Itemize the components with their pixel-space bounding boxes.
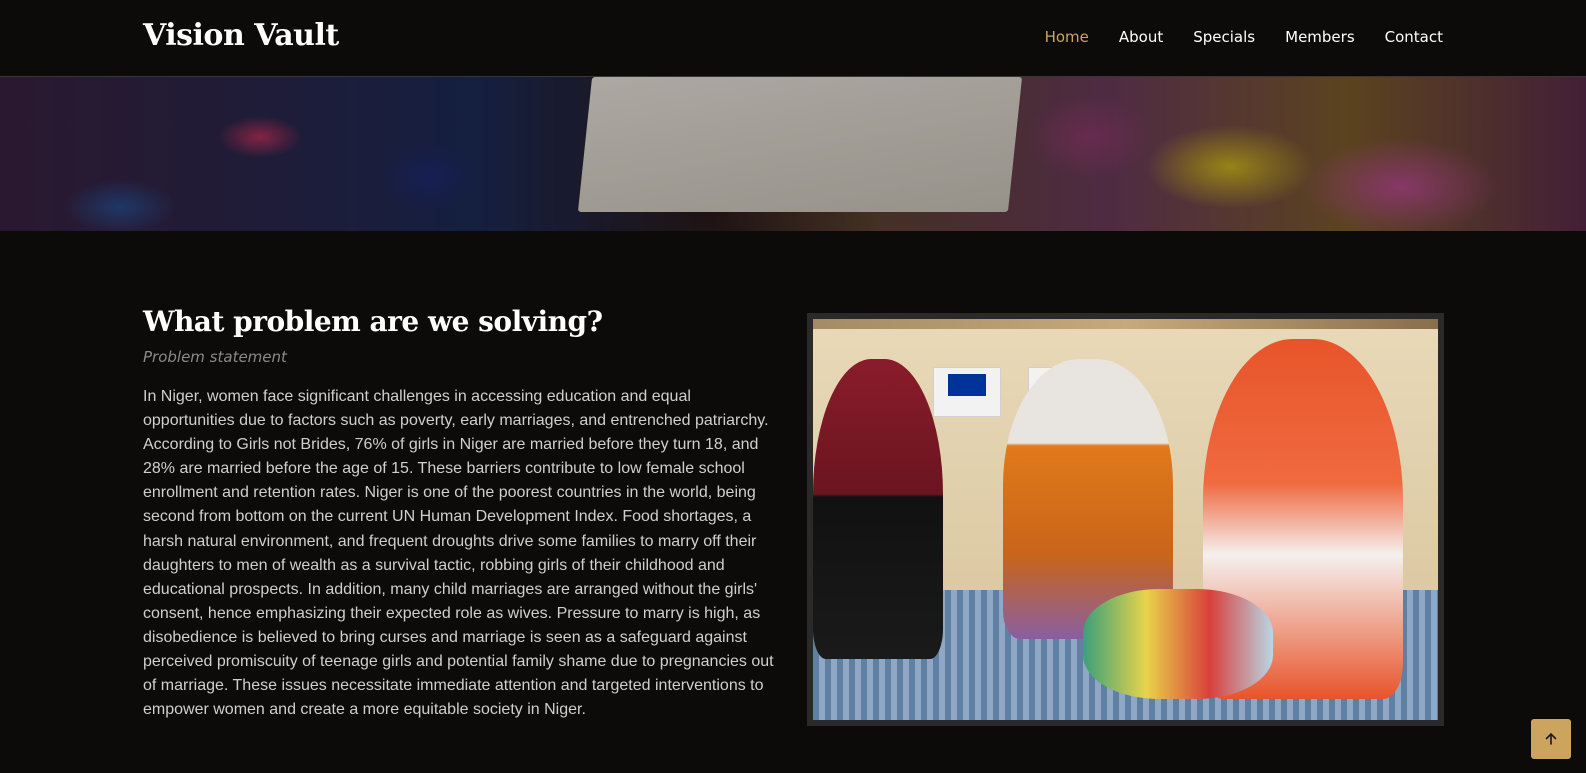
main-nav: Home About Specials Members Contact: [1045, 28, 1443, 46]
site-header: Vision Vault Home About Specials Members…: [0, 0, 1586, 77]
hero-banner-image: [0, 77, 1586, 231]
section-subtitle: Problem statement: [143, 348, 287, 366]
nav-specials[interactable]: Specials: [1193, 28, 1255, 46]
section-title: What problem are we solving?: [143, 305, 603, 338]
arrow-up-icon: [1545, 732, 1557, 745]
eu-poster: [933, 367, 1001, 417]
problem-section: What problem are we solving? Problem sta…: [143, 305, 783, 722]
person-left: [813, 359, 943, 659]
scroll-top-button[interactable]: [1531, 719, 1571, 759]
site-logo[interactable]: Vision Vault: [143, 18, 339, 53]
problem-statement-text: In Niger, women face significant challen…: [143, 388, 774, 719]
problem-photo-frame: [807, 313, 1444, 726]
nav-home[interactable]: Home: [1045, 28, 1089, 46]
women-with-children-photo: [813, 319, 1438, 720]
colorful-fabric: [1083, 589, 1273, 699]
nav-members[interactable]: Members: [1285, 28, 1355, 46]
nav-about[interactable]: About: [1119, 28, 1163, 46]
nav-contact[interactable]: Contact: [1385, 28, 1443, 46]
